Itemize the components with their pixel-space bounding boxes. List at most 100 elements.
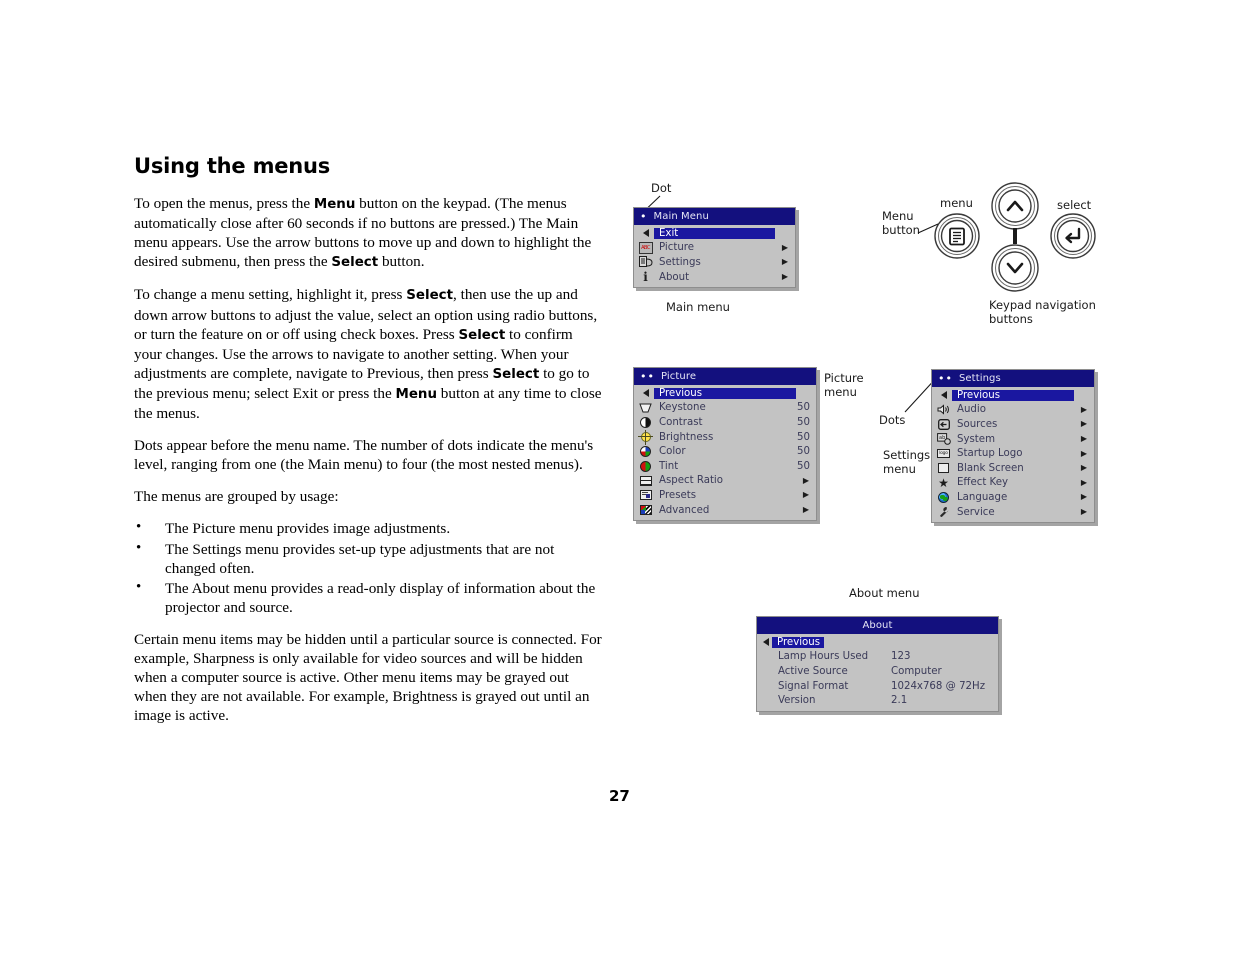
osd-item-list: Previous Keystone 50 Contrast 50 Brightn… [634,385,816,520]
menu-item-previous[interactable]: Previous [932,388,1094,403]
callout-settings-menu: Settings menu [883,448,931,476]
menu-level-dots: • [640,210,648,223]
menu-item-color[interactable]: Color 50 [634,444,816,459]
menu-item-picture[interactable]: ABC Picture ▶ [634,241,795,256]
menu-item-label: Aspect Ratio [659,475,723,487]
submenu-arrow-icon: ▶ [1080,404,1087,414]
startup-logo-icon: logo [935,447,952,460]
osd-title-bar: About [757,617,998,634]
menu-item-exit[interactable]: Exit [634,226,795,241]
osd-picture-menu: •• Picture Previous Keystone 50 Contrast… [633,367,817,522]
list-item: • The Settings menu provides set-up type … [134,540,604,578]
presets-icon [637,489,654,502]
menu-item-blank-screen[interactable]: Blank Screen ▶ [932,461,1094,476]
submenu-arrow-icon: ▶ [1080,434,1087,444]
menu-item-advanced[interactable]: Advanced ▶ [634,503,816,518]
keypad-connector [1013,228,1017,244]
osd-main-menu: • Main Menu Exit ABC Picture ▶ Settings … [633,207,796,289]
menu-item-label: Contrast [659,416,703,428]
osd-title-text: Main Menu [653,211,709,222]
about-item-value: 123 [891,651,911,663]
sources-icon [935,418,952,431]
paragraph-2: To change a menu setting, highlight it, … [134,286,602,423]
bullet-icon: • [136,578,142,595]
osd-title-text: Settings [958,373,1001,384]
keystone-icon [637,401,654,414]
menu-item-keystone[interactable]: Keystone 50 [634,401,816,416]
menu-item-label: Previous [952,389,1074,401]
menu-item-value: 50 [797,460,810,472]
submenu-arrow-icon: ▶ [802,490,809,500]
submenu-arrow-icon: ▶ [802,505,809,515]
audio-icon [935,403,952,416]
callout-menu-button: Menu button [882,209,920,237]
about-item-value: Computer [891,665,942,677]
list-item: • The Picture menu provides image adjustm… [134,519,604,538]
menu-item-label: Tint [659,460,679,472]
menu-item-label: System [957,433,995,445]
info-icon: i [643,270,648,285]
menu-item-label: Previous [654,387,796,399]
menu-item-label: Color [659,446,686,458]
osd-settings-menu: •• Settings Previous Audio ▶ Sources ▶ a… [931,369,1095,524]
picture-abc-icon: ABC [637,241,654,254]
osd-title-bar: •• Picture [634,368,816,385]
back-arrow-icon [637,227,654,240]
about-item-value: 1024x768 @ 72Hz [891,680,986,692]
menu-item-contrast[interactable]: Contrast 50 [634,415,816,430]
menu-item-presets[interactable]: Presets ▶ [634,488,816,503]
menu-item-label: Service [957,506,995,518]
menu-item-value: 50 [797,431,810,443]
aspect-ratio-icon [637,474,654,487]
menu-item-aspect-ratio[interactable]: Aspect Ratio ▶ [634,474,816,489]
page-number: 27 [609,787,630,805]
menu-item-startup-logo[interactable]: logo Startup Logo ▶ [932,446,1094,461]
menu-item-sources[interactable]: Sources ▶ [932,417,1094,432]
menu-item-tint[interactable]: Tint 50 [634,459,816,474]
callout-menu-label: menu [940,196,973,210]
about-item-label: Active Source [778,665,848,677]
up-button-graphic [991,182,1039,230]
service-wrench-icon [935,506,952,519]
select-button-graphic [1050,213,1096,259]
back-arrow-icon [637,387,654,400]
osd-title-text: About [862,620,893,631]
menu-item-language[interactable]: Language ▶ [932,490,1094,505]
effect-key-star-icon: ★ [938,475,949,490]
back-arrow-icon [935,389,952,402]
about-item-previous[interactable]: Previous [757,635,998,650]
paragraph-1: To open the menus, press the Menu button… [134,195,592,271]
page-title: Using the menus [134,154,331,178]
menu-item-value: 50 [797,402,810,414]
language-globe-icon [935,491,952,504]
back-arrow-icon [760,636,772,649]
list-item-label: The Picture menu provides image adjustme… [165,520,451,538]
menu-item-label: Language [957,491,1008,503]
about-item-label: Lamp Hours Used [778,651,869,663]
menu-item-audio[interactable]: Audio ▶ [932,403,1094,418]
osd-item-list: Exit ABC Picture ▶ Settings ▶ i About ▶ [634,225,795,287]
menu-item-brightness[interactable]: Brightness 50 [634,429,816,445]
menu-item-service[interactable]: Service ▶ [932,505,1094,520]
menu-item-about[interactable]: i About ▶ [634,270,795,285]
osd-item-list: Previous Audio ▶ Sources ▶ ab System ▶ l… [932,387,1094,522]
menu-item-label: Sources [957,418,998,430]
tint-icon [637,460,654,473]
menu-item-settings[interactable]: Settings ▶ [634,255,795,270]
menu-item-effect-key[interactable]: ★ Effect Key ▶ [932,476,1094,491]
menu-item-label: Advanced [659,504,710,516]
submenu-arrow-icon: ▶ [1080,507,1087,517]
menu-item-previous[interactable]: Previous [634,386,816,401]
about-item-label: Version [778,695,816,707]
menu-item-label: Presets [659,489,697,501]
submenu-arrow-icon: ▶ [781,272,788,282]
paragraph-5: Certain menu items may be hidden until a… [134,630,602,725]
color-icon [637,445,654,458]
menu-item-system[interactable]: ab System ▶ [932,432,1094,447]
menu-group-list: • The Picture menu provides image adjustm… [134,519,604,616]
paragraph-4: The menus are grouped by usage: [134,488,339,506]
svg-text:ab: ab [939,435,945,441]
system-icon: ab [935,433,952,446]
bullet-icon: • [136,539,142,556]
submenu-arrow-icon: ▶ [1080,492,1087,502]
